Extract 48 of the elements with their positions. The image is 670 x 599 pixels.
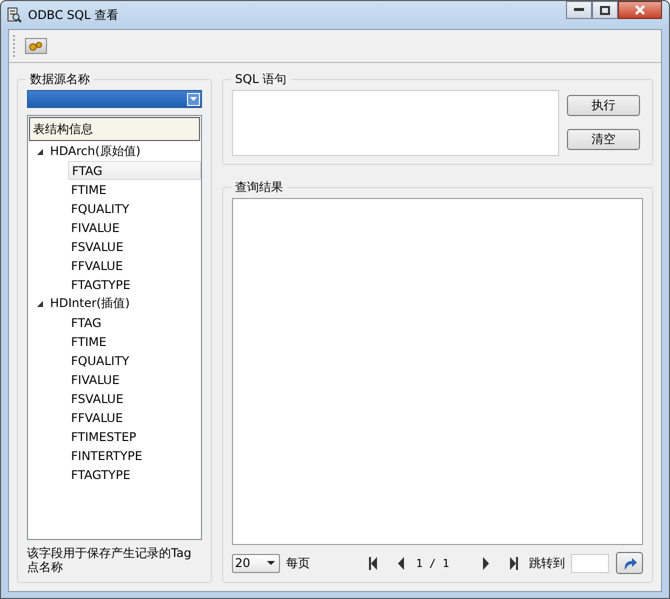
tree-item[interactable]: FQUALITY <box>68 199 201 218</box>
dropdown-button[interactable] <box>187 92 200 106</box>
database-search-icon <box>6 7 22 23</box>
tree-item[interactable]: FTAG <box>68 161 201 180</box>
datasource-dropdown[interactable] <box>27 90 202 108</box>
action-button[interactable]: 清空 <box>567 129 640 150</box>
tree-item[interactable]: FIVALUE <box>68 370 201 389</box>
tree-item[interactable]: FTAGTYPE <box>68 275 201 294</box>
tree-item[interactable]: FFVALUE <box>68 408 201 427</box>
settings-button[interactable] <box>25 38 47 54</box>
page-size-dropdown[interactable]: 20 <box>232 554 280 572</box>
tree-item[interactable]: FTAGTYPE <box>68 465 201 484</box>
tree-item[interactable]: FINTERTYPE <box>68 446 201 465</box>
tree-item[interactable]: FQUALITY <box>68 351 201 370</box>
caret-icon <box>267 561 275 565</box>
minimize-button[interactable] <box>566 1 592 19</box>
go-button[interactable] <box>616 552 644 574</box>
tree-item[interactable]: HDArch(原始值) <box>50 143 140 160</box>
sql-input-field[interactable] <box>232 90 559 156</box>
action-button[interactable]: 执行 <box>567 95 640 116</box>
tree-header: 表结构信息 <box>29 117 200 141</box>
tree-item[interactable]: FTIME <box>68 332 201 351</box>
tree-item[interactable]: FTAG <box>68 313 201 332</box>
first-page-button[interactable] <box>366 556 380 570</box>
maximize-button[interactable] <box>592 1 618 19</box>
tree-item[interactable]: FSVALUE <box>68 389 201 408</box>
tree-item[interactable]: FFVALUE <box>68 256 201 275</box>
tree-item[interactable]: FSVALUE <box>68 237 201 256</box>
expanded-arrow-icon[interactable] <box>36 300 44 308</box>
field-description: 该字段用于保存产生记录的Tag点名称 <box>27 546 192 574</box>
tree-item[interactable]: FTIMESTEP <box>68 427 201 446</box>
per-page-label: 每页 <box>286 554 310 572</box>
close-icon <box>634 5 646 15</box>
tree-item[interactable]: FTIME <box>68 180 201 199</box>
group-label: 数据源名称 <box>26 71 94 87</box>
page-number-field[interactable] <box>571 554 610 572</box>
minimize-icon <box>574 8 584 12</box>
page-indicator: 1 / 1 <box>416 556 450 570</box>
group-label: SQL 语句 <box>231 71 291 87</box>
expanded-arrow-icon[interactable] <box>36 148 44 156</box>
tree-item[interactable]: FIVALUE <box>68 218 201 237</box>
caret-icon <box>190 97 197 101</box>
window-title: ODBC SQL 查看 <box>28 6 118 24</box>
maximize-icon <box>600 6 610 14</box>
goto-label: 跳转到 <box>529 554 566 572</box>
tree-item[interactable]: HDInter(插值) <box>50 295 130 312</box>
group-label: 查询结果 <box>231 179 287 195</box>
close-button[interactable] <box>618 1 662 19</box>
